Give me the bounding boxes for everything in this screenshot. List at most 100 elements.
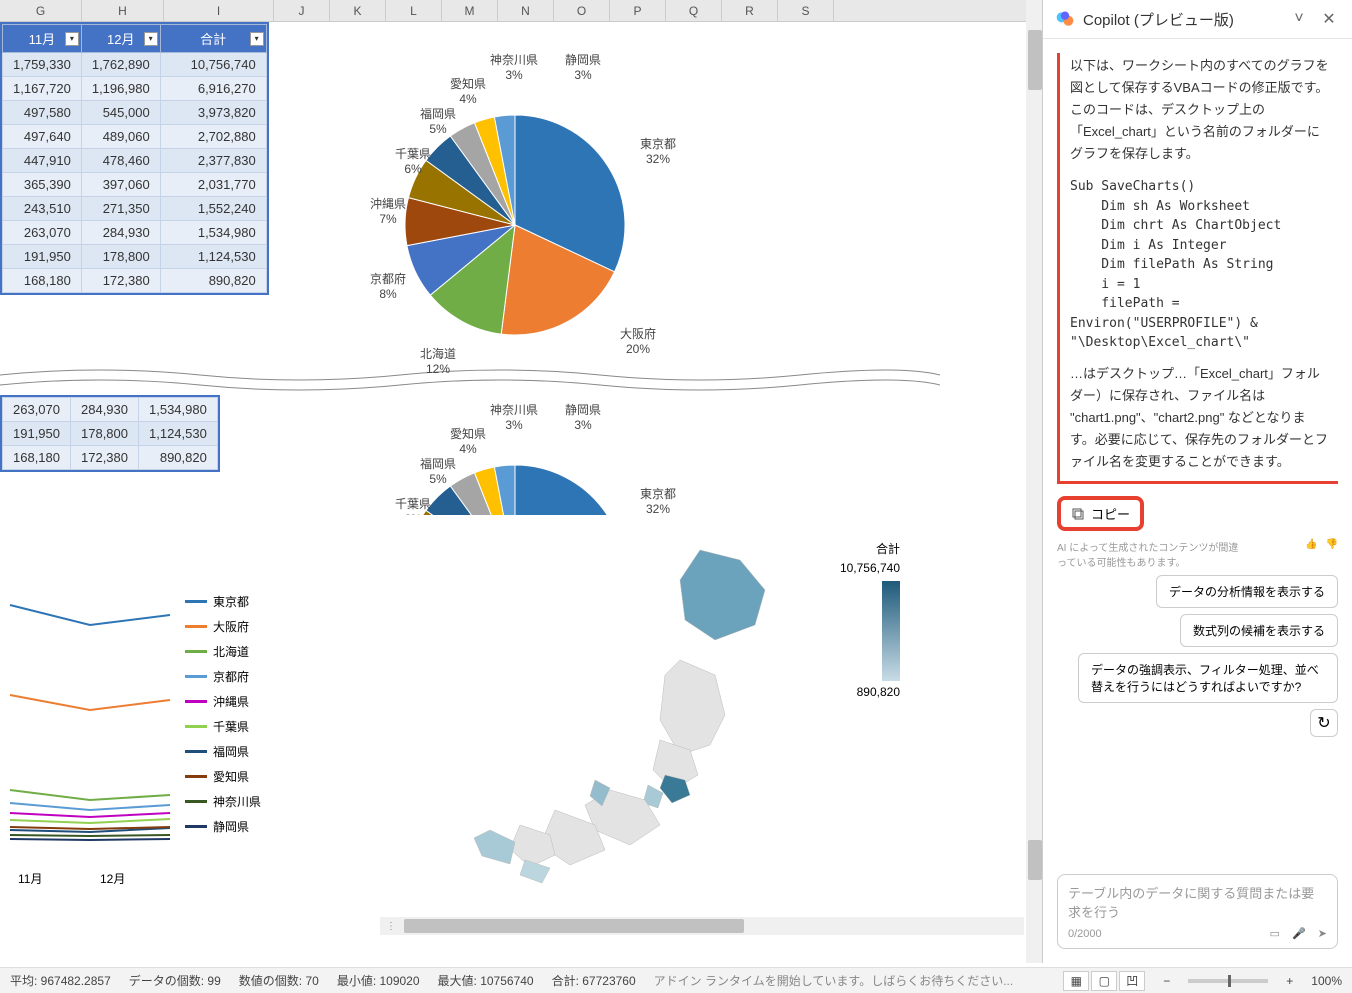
table-cell[interactable]: 168,180 xyxy=(3,269,82,293)
line-chart[interactable]: 11月 12月 東京都大阪府北海道京都府沖縄県千葉県福岡県愛知県神奈川県静岡県 xyxy=(0,585,280,895)
table-cell[interactable]: 168,180 xyxy=(3,446,71,470)
table-cell[interactable]: 172,380 xyxy=(81,269,160,293)
table-cell[interactable]: 397,060 xyxy=(81,173,160,197)
column-header[interactable]: P xyxy=(610,0,666,21)
table-cell[interactable]: 1,167,720 xyxy=(3,77,82,101)
pie-chart[interactable]: 東京都32%大阪府20%北海道12%京都府8%沖縄県7%千葉県6%福岡県5%愛知… xyxy=(360,45,740,385)
table-header[interactable]: 合計▾ xyxy=(160,25,266,53)
table-cell[interactable]: 1,534,980 xyxy=(139,398,218,422)
table-cell[interactable]: 497,640 xyxy=(3,125,82,149)
zoom-slider[interactable] xyxy=(1188,979,1268,983)
chevron-down-icon[interactable]: ˅ xyxy=(1288,8,1310,30)
copilot-panel: Copilot (プレビュー版) ˅ ✕ 以下は、ワークシート内のすべてのグラフ… xyxy=(1042,0,1352,963)
legend-item: 愛知県 xyxy=(185,768,261,785)
table-cell[interactable]: 263,070 xyxy=(3,398,71,422)
close-icon[interactable]: ✕ xyxy=(1318,8,1340,30)
mic-icon[interactable]: 🎤 xyxy=(1292,927,1306,940)
column-header[interactable]: M xyxy=(442,0,498,21)
table-cell[interactable]: 489,060 xyxy=(81,125,160,149)
pie-chart-fragment[interactable]: 東京都32%大阪府20%北海道12%京都府8%沖縄県7%千葉県6%福岡県5%愛知… xyxy=(360,395,740,515)
table-cell[interactable]: 447,910 xyxy=(3,149,82,173)
pie-label: 千葉県6% xyxy=(395,145,431,176)
data-table-upper[interactable]: 11月▾12月▾合計▾1,759,3301,762,89010,756,7401… xyxy=(0,22,269,295)
table-cell[interactable]: 890,820 xyxy=(160,269,266,293)
table-cell[interactable]: 191,950 xyxy=(3,422,71,446)
table-cell[interactable]: 243,510 xyxy=(3,197,82,221)
copilot-input[interactable]: テーブル内のデータに関する質問または要求を行う 0/2000 ▭ 🎤 ➤ xyxy=(1057,874,1338,949)
table-cell[interactable]: 1,552,240 xyxy=(160,197,266,221)
table-cell[interactable]: 1,762,890 xyxy=(81,53,160,77)
horizontal-scrollbar[interactable]: ⋮ xyxy=(380,917,1024,935)
table-cell[interactable]: 1,124,530 xyxy=(139,422,218,446)
pie-label: 静岡県3% xyxy=(565,51,601,82)
suggestion-button[interactable]: 数式列の候補を表示する xyxy=(1180,614,1338,647)
copy-button[interactable]: コピー xyxy=(1057,496,1144,531)
table-cell[interactable]: 2,702,880 xyxy=(160,125,266,149)
pie-label: 愛知県4% xyxy=(450,75,486,106)
table-cell[interactable]: 497,580 xyxy=(3,101,82,125)
column-header[interactable]: H xyxy=(82,0,164,21)
pie-label: 福岡県5% xyxy=(420,455,456,486)
zoom-out-icon[interactable]: − xyxy=(1163,974,1170,988)
table-cell[interactable]: 2,031,770 xyxy=(160,173,266,197)
x-tick: 11月 xyxy=(18,870,42,887)
thumbs-up-icon[interactable]: 👍 xyxy=(1305,539,1317,550)
table-cell[interactable]: 178,800 xyxy=(81,245,160,269)
table-cell[interactable]: 284,930 xyxy=(71,398,139,422)
column-header[interactable]: S xyxy=(778,0,834,21)
table-cell[interactable]: 178,800 xyxy=(71,422,139,446)
data-table-lower[interactable]: 263,070284,9301,534,980 191,950178,8001,1… xyxy=(0,395,220,472)
legend-item: 北海道 xyxy=(185,643,261,660)
table-cell[interactable]: 263,070 xyxy=(3,221,82,245)
view-pagelayout-icon[interactable]: ▢ xyxy=(1091,971,1117,991)
table-cell[interactable]: 365,390 xyxy=(3,173,82,197)
column-header[interactable]: O xyxy=(554,0,610,21)
send-icon[interactable]: ➤ xyxy=(1318,927,1327,940)
view-normal-icon[interactable]: ▦ xyxy=(1063,971,1089,991)
table-cell[interactable]: 890,820 xyxy=(139,446,218,470)
column-header[interactable]: N xyxy=(498,0,554,21)
response-intro: 以下は、ワークシート内のすべてのグラフを図として保存するVBAコードの修正版です… xyxy=(1070,55,1330,165)
table-cell[interactable]: 10,756,740 xyxy=(160,53,266,77)
pie-label: 京都府8% xyxy=(370,270,406,301)
zoom-in-icon[interactable]: + xyxy=(1286,974,1293,988)
map-chart[interactable]: 合計 10,756,740 890,820 xyxy=(380,530,920,910)
table-cell[interactable]: 284,930 xyxy=(81,221,160,245)
column-header[interactable]: I xyxy=(164,0,274,21)
book-icon[interactable]: ▭ xyxy=(1270,927,1280,940)
table-cell[interactable]: 6,916,270 xyxy=(160,77,266,101)
table-cell[interactable]: 1,124,530 xyxy=(160,245,266,269)
x-tick: 12月 xyxy=(100,870,125,887)
table-cell[interactable]: 545,000 xyxy=(81,101,160,125)
table-header[interactable]: 11月▾ xyxy=(3,25,82,53)
table-cell[interactable]: 2,377,830 xyxy=(160,149,266,173)
table-cell[interactable]: 172,380 xyxy=(71,446,139,470)
column-header[interactable]: K xyxy=(330,0,386,21)
vertical-scrollbar[interactable] xyxy=(1026,0,1042,963)
legend-item: 千葉県 xyxy=(185,718,261,735)
table-cell[interactable]: 1,759,330 xyxy=(3,53,82,77)
table-header[interactable]: 12月▾ xyxy=(81,25,160,53)
suggestion-button[interactable]: データの分析情報を表示する xyxy=(1156,575,1338,608)
legend-item: 東京都 xyxy=(185,593,261,610)
table-cell[interactable]: 191,950 xyxy=(3,245,82,269)
column-header[interactable]: R xyxy=(722,0,778,21)
table-cell[interactable]: 1,534,980 xyxy=(160,221,266,245)
spreadsheet-area[interactable]: GHIJKLMNOPQRS 11月▾12月▾合計▾ 1,759,3301,762,… xyxy=(0,0,1042,963)
column-header[interactable]: L xyxy=(386,0,442,21)
thumbs-down-icon[interactable]: 👎 xyxy=(1326,539,1338,550)
column-header[interactable]: G xyxy=(0,0,82,21)
suggestion-button[interactable]: データの強調表示、フィルター処理、並べ替えを行うにはどうすればよいですか? xyxy=(1078,653,1338,703)
view-pagebreak-icon[interactable]: 凹 xyxy=(1119,971,1145,991)
legend-item: 沖縄県 xyxy=(185,693,261,710)
legend-item: 静岡県 xyxy=(185,818,261,835)
table-cell[interactable]: 478,460 xyxy=(81,149,160,173)
table-cell[interactable]: 3,973,820 xyxy=(160,101,266,125)
table-cell[interactable]: 1,196,980 xyxy=(81,77,160,101)
refresh-button[interactable]: ↻ xyxy=(1310,709,1338,737)
table-cell[interactable]: 271,350 xyxy=(81,197,160,221)
column-header[interactable]: J xyxy=(274,0,330,21)
pie-label: 東京都32% xyxy=(640,135,676,166)
column-header[interactable]: Q xyxy=(666,0,722,21)
copy-icon xyxy=(1071,507,1085,521)
